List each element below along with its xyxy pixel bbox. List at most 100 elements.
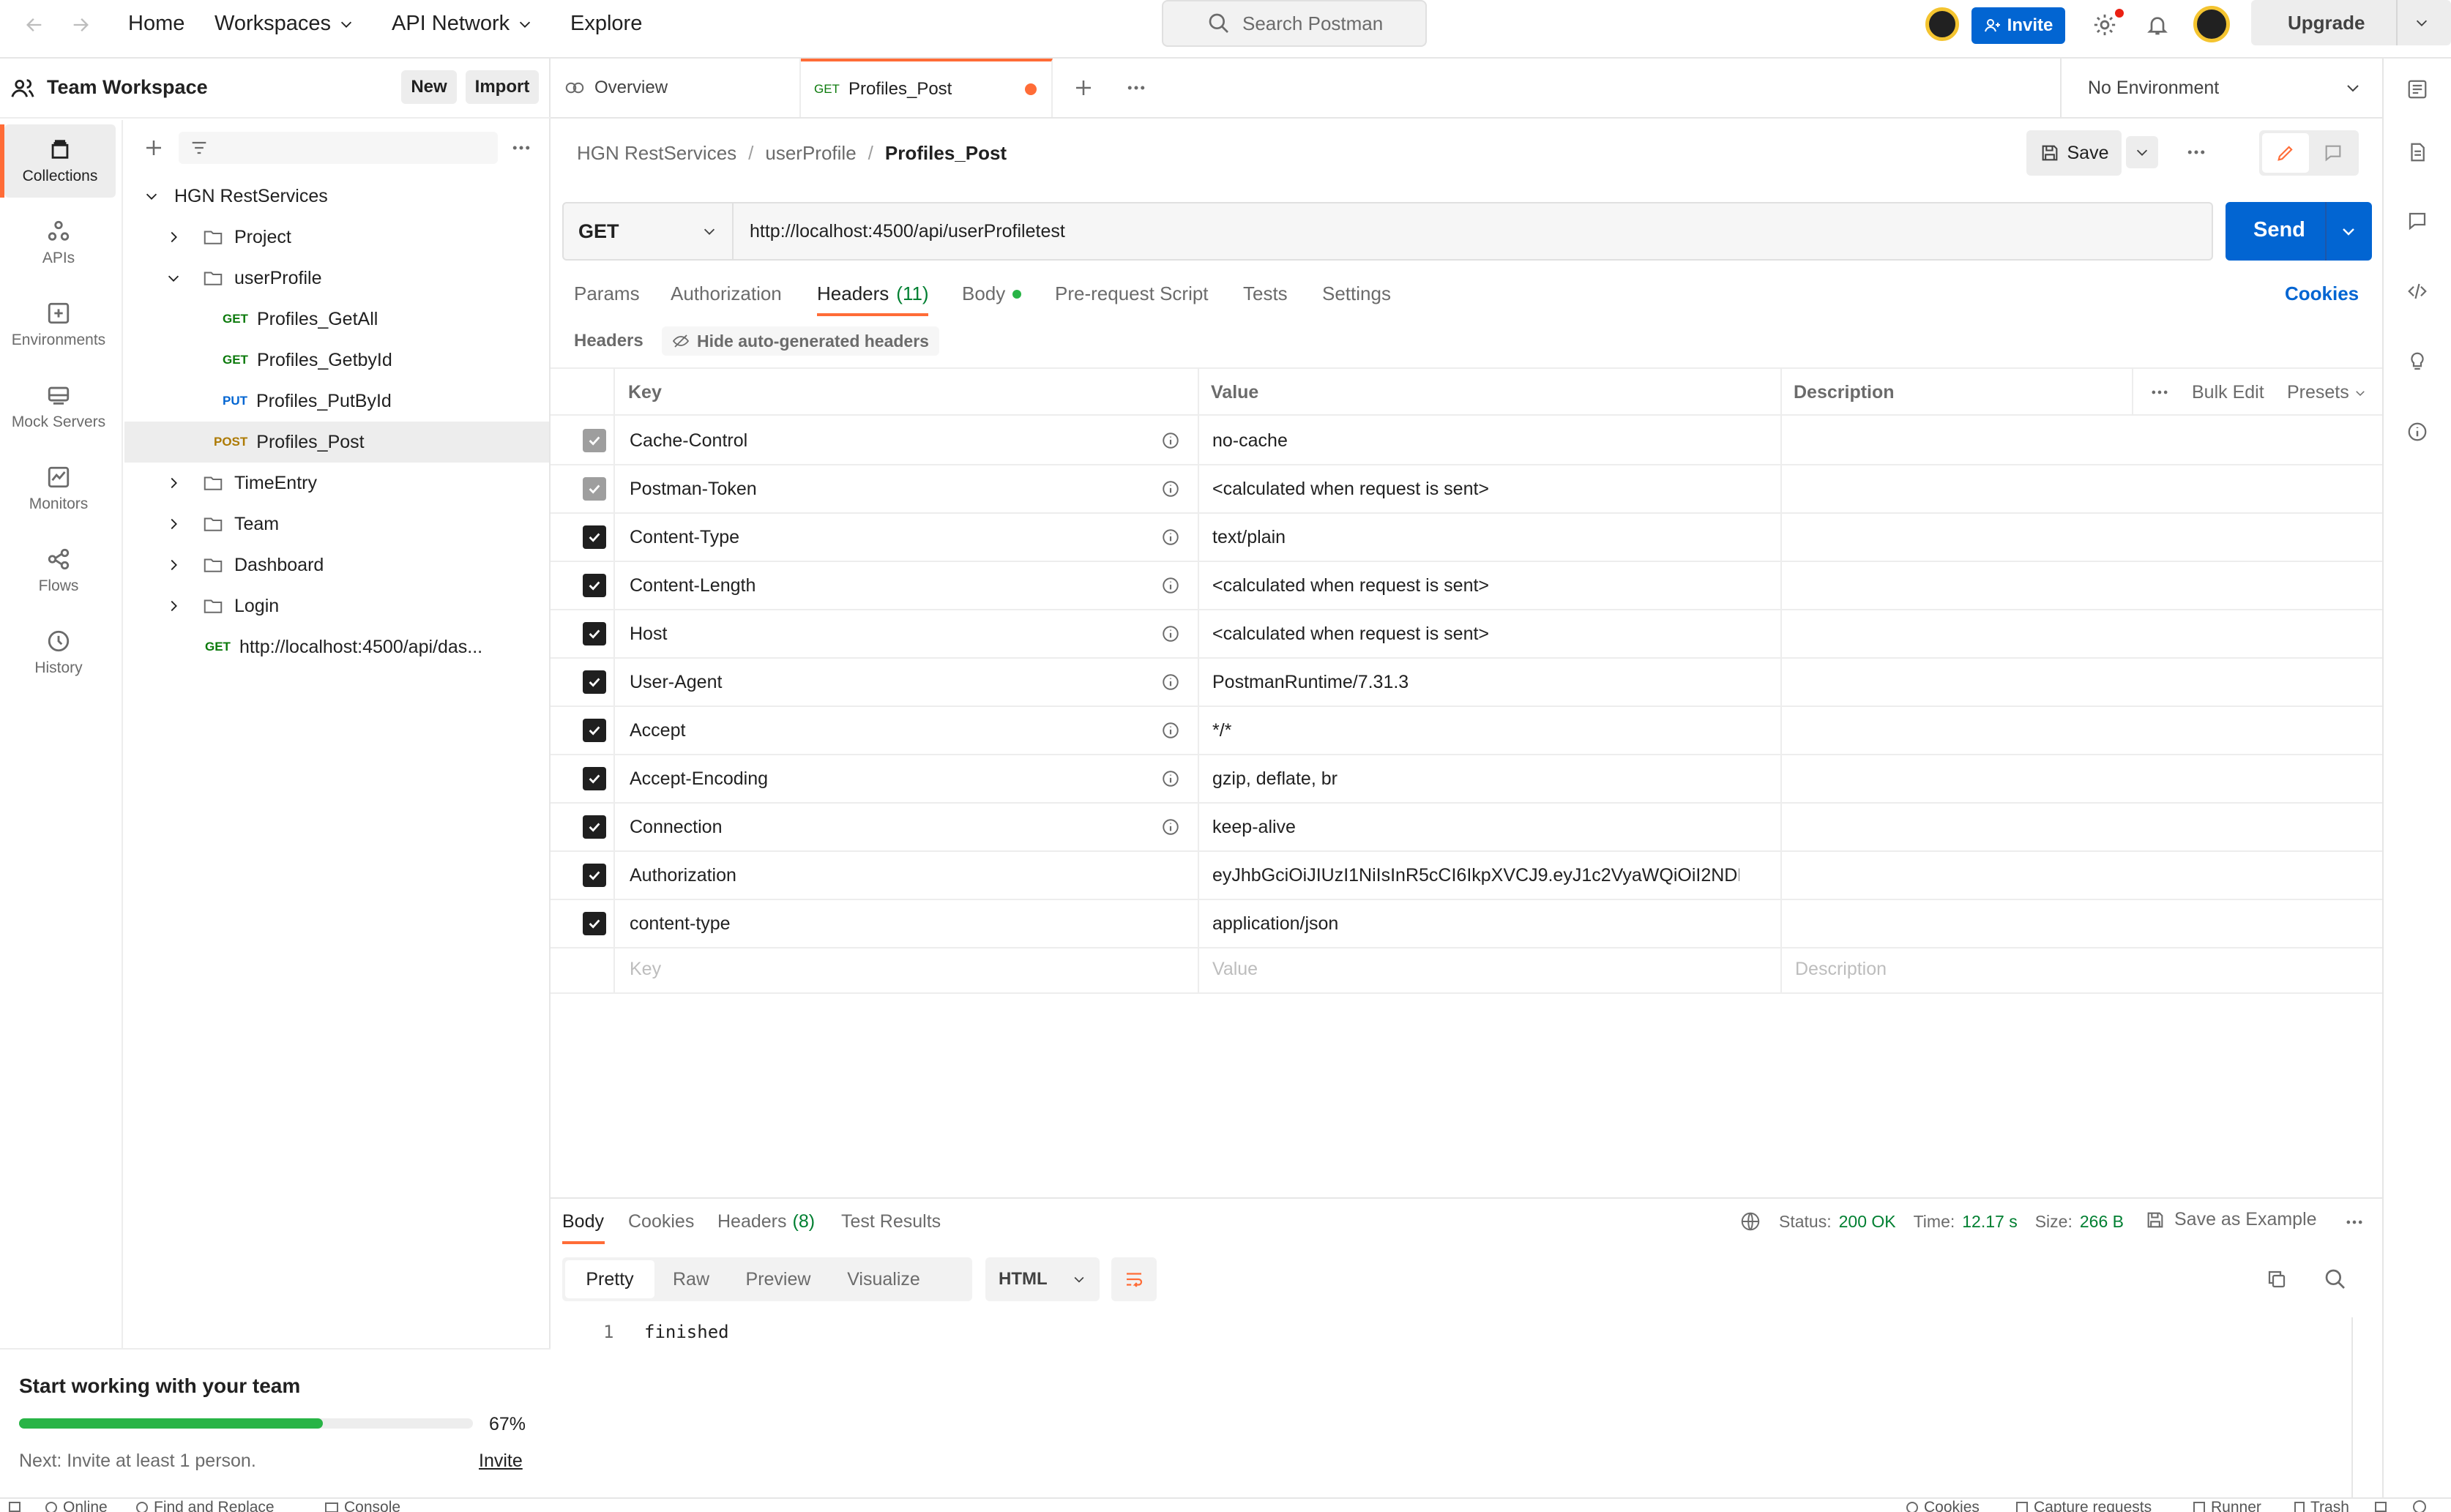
info-icon[interactable]: [1161, 465, 1180, 512]
tree-request[interactable]: GET Profiles_GetAll: [124, 299, 549, 340]
format-visualize[interactable]: Visualize: [829, 1257, 939, 1301]
checkbox[interactable]: [583, 912, 606, 935]
breadcrumb-folder[interactable]: userProfile: [765, 142, 856, 165]
tab-params[interactable]: Params: [574, 282, 640, 305]
info-icon[interactable]: [1161, 804, 1180, 850]
time-value[interactable]: 12.17 s: [1962, 1212, 2017, 1232]
header-value[interactable]: no-cache: [1212, 417, 1288, 464]
tab-body[interactable]: Body: [962, 282, 1022, 305]
runner[interactable]: Runner: [2193, 1499, 2261, 1512]
wrap-lines-icon[interactable]: [1111, 1257, 1157, 1301]
header-value[interactable]: eyJhbGciOiJIUzI1NiIsInR5cCI6IkpXVCJ9.eyJ…: [1212, 852, 1739, 899]
request-options-icon[interactable]: [2180, 136, 2212, 168]
format-pretty[interactable]: Pretty: [565, 1260, 654, 1298]
checkbox[interactable]: [583, 864, 606, 887]
row-checkbox[interactable]: [583, 610, 606, 657]
size-value[interactable]: 266 B: [2080, 1212, 2124, 1232]
row-checkbox[interactable]: [583, 900, 606, 947]
header-key[interactable]: content-type: [630, 900, 731, 947]
header-key[interactable]: User-Agent: [630, 659, 722, 706]
import-button[interactable]: Import: [466, 70, 539, 104]
tree-request[interactable]: GET http://localhost:4500/api/das...: [124, 626, 549, 667]
tab-authorization[interactable]: Authorization: [671, 282, 782, 305]
info-icon[interactable]: [1161, 755, 1180, 802]
header-key[interactable]: Postman-Token: [630, 465, 757, 512]
hide-auto-headers-toggle[interactable]: Hide auto-generated headers: [662, 326, 939, 356]
save-button[interactable]: Save: [2026, 130, 2122, 176]
checkbox[interactable]: [583, 815, 606, 839]
forward-arrow-icon[interactable]: [64, 9, 97, 41]
row-checkbox[interactable]: [583, 755, 606, 802]
trash[interactable]: Trash: [2294, 1499, 2349, 1512]
header-key[interactable]: Accept-Encoding: [630, 755, 768, 802]
bell-icon[interactable]: [2141, 9, 2174, 41]
response-options-icon[interactable]: [2338, 1206, 2370, 1238]
new-tab-icon[interactable]: [1067, 72, 1100, 104]
info-icon[interactable]: [1161, 514, 1180, 561]
row-checkbox[interactable]: [583, 804, 606, 850]
documentation-icon[interactable]: [2401, 136, 2433, 168]
checkbox[interactable]: [583, 477, 606, 501]
tree-collection[interactable]: HGN RestServices: [124, 176, 549, 217]
invite-button[interactable]: Invite: [1971, 7, 2065, 44]
rail-item-history[interactable]: History: [0, 616, 117, 689]
filter-input[interactable]: [179, 132, 498, 164]
layout-icon[interactable]: [2375, 1502, 2387, 1512]
format-preview[interactable]: Preview: [731, 1257, 826, 1301]
key-input-placeholder[interactable]: Key: [630, 946, 661, 992]
header-key[interactable]: Content-Length: [630, 562, 756, 609]
header-key[interactable]: Content-Type: [630, 514, 739, 561]
tab-headers[interactable]: Headers (11): [817, 282, 929, 305]
checkbox[interactable]: [583, 574, 606, 597]
toggle-sidebar-icon[interactable]: [9, 1502, 20, 1512]
rail-item-environments[interactable]: Environments: [0, 288, 117, 362]
onboarding-invite-link[interactable]: Invite: [479, 1451, 523, 1472]
method-select[interactable]: GET: [564, 203, 734, 259]
response-body[interactable]: 1 finished: [551, 1310, 2351, 1497]
chevron-down-icon[interactable]: [2414, 15, 2430, 31]
row-checkbox[interactable]: [583, 562, 606, 609]
tree-request-selected[interactable]: POST Profiles_Post: [124, 422, 549, 463]
rail-item-monitors[interactable]: Monitors: [0, 452, 117, 525]
response-tab-cookies[interactable]: Cookies: [628, 1211, 694, 1232]
header-value[interactable]: <calculated when request is sent>: [1212, 465, 1489, 512]
row-checkbox[interactable]: [583, 707, 606, 754]
format-raw[interactable]: Raw: [654, 1257, 728, 1301]
nav-explore[interactable]: Explore: [570, 12, 642, 36]
tab-settings[interactable]: Settings: [1322, 282, 1391, 305]
info-icon[interactable]: [1161, 659, 1180, 706]
header-value[interactable]: text/plain: [1212, 514, 1286, 561]
save-as-example-button[interactable]: Save as Example: [2145, 1209, 2317, 1230]
checkbox[interactable]: [583, 429, 606, 452]
header-value[interactable]: keep-alive: [1212, 804, 1296, 850]
value-input-placeholder[interactable]: Value: [1212, 946, 1258, 992]
info-icon[interactable]: [1161, 707, 1180, 754]
response-tab-body[interactable]: Body: [562, 1211, 604, 1232]
tab-tests[interactable]: Tests: [1243, 282, 1288, 305]
header-key[interactable]: Accept: [630, 707, 685, 754]
search-bar[interactable]: Search Postman: [1162, 0, 1427, 47]
info-icon[interactable]: [1161, 417, 1180, 464]
save-dropdown[interactable]: [2126, 136, 2158, 168]
tree-folder-login[interactable]: Login: [124, 585, 549, 626]
header-value[interactable]: gzip, deflate, br: [1212, 755, 1338, 802]
online-status[interactable]: Online: [45, 1499, 108, 1512]
status-cookies[interactable]: Cookies: [1906, 1499, 1980, 1512]
checkbox[interactable]: [583, 719, 606, 742]
response-tab-test-results[interactable]: Test Results: [841, 1211, 941, 1232]
tree-request[interactable]: PUT Profiles_PutById: [124, 381, 549, 422]
info-icon[interactable]: [2401, 416, 2433, 448]
workspace-name[interactable]: Team Workspace: [47, 76, 208, 99]
row-checkbox[interactable]: [583, 417, 606, 464]
more-options-icon[interactable]: [505, 132, 537, 164]
environment-selector[interactable]: No Environment: [2060, 59, 2382, 119]
nav-home[interactable]: Home: [128, 12, 184, 36]
description-input-placeholder[interactable]: Description: [1795, 946, 1887, 992]
send-button[interactable]: Send: [2226, 202, 2372, 261]
comments-icon[interactable]: [2401, 205, 2433, 237]
tab-prerequest-script[interactable]: Pre-request Script: [1055, 282, 1209, 305]
row-checkbox[interactable]: [583, 659, 606, 706]
header-value[interactable]: <calculated when request is sent>: [1212, 610, 1489, 657]
code-icon[interactable]: [2401, 275, 2433, 307]
tree-folder-dashboard[interactable]: Dashboard: [124, 544, 549, 585]
